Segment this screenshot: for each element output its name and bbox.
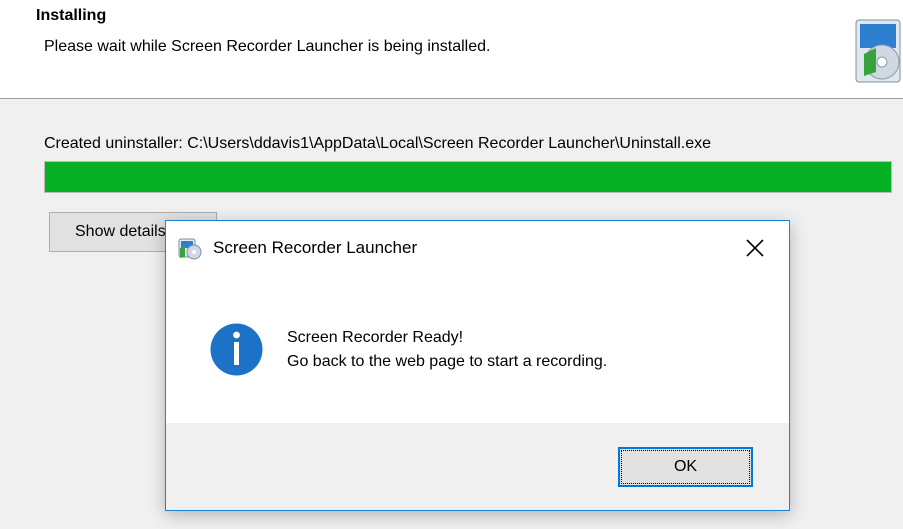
dialog-titlebar[interactable]: Screen Recorder Launcher bbox=[166, 221, 789, 277]
installer-title: Installing bbox=[36, 7, 107, 24]
close-button[interactable] bbox=[739, 232, 771, 264]
close-icon bbox=[746, 239, 764, 257]
app-icon bbox=[178, 238, 202, 260]
installer-header: Installing Please wait while Screen Reco… bbox=[0, 0, 903, 99]
ok-button[interactable]: OK bbox=[618, 447, 753, 487]
info-icon bbox=[210, 323, 263, 376]
message-dialog: Screen Recorder Launcher Screen Recorder… bbox=[165, 220, 790, 511]
dialog-body: Screen Recorder Ready! Go back to the we… bbox=[166, 277, 789, 423]
dialog-message-line1: Screen Recorder Ready! bbox=[287, 329, 464, 346]
installer-package-icon bbox=[855, 19, 901, 83]
installer-subtitle: Please wait while Screen Recorder Launch… bbox=[44, 38, 491, 55]
install-status-text: Created uninstaller: C:\Users\ddavis1\Ap… bbox=[44, 135, 712, 152]
install-progress-fill bbox=[45, 162, 891, 192]
dialog-footer: OK bbox=[166, 423, 789, 510]
dialog-message-line2: Go back to the web page to start a recor… bbox=[287, 353, 608, 370]
install-progress-bar bbox=[44, 161, 892, 193]
dialog-title: Screen Recorder Launcher bbox=[213, 238, 418, 257]
